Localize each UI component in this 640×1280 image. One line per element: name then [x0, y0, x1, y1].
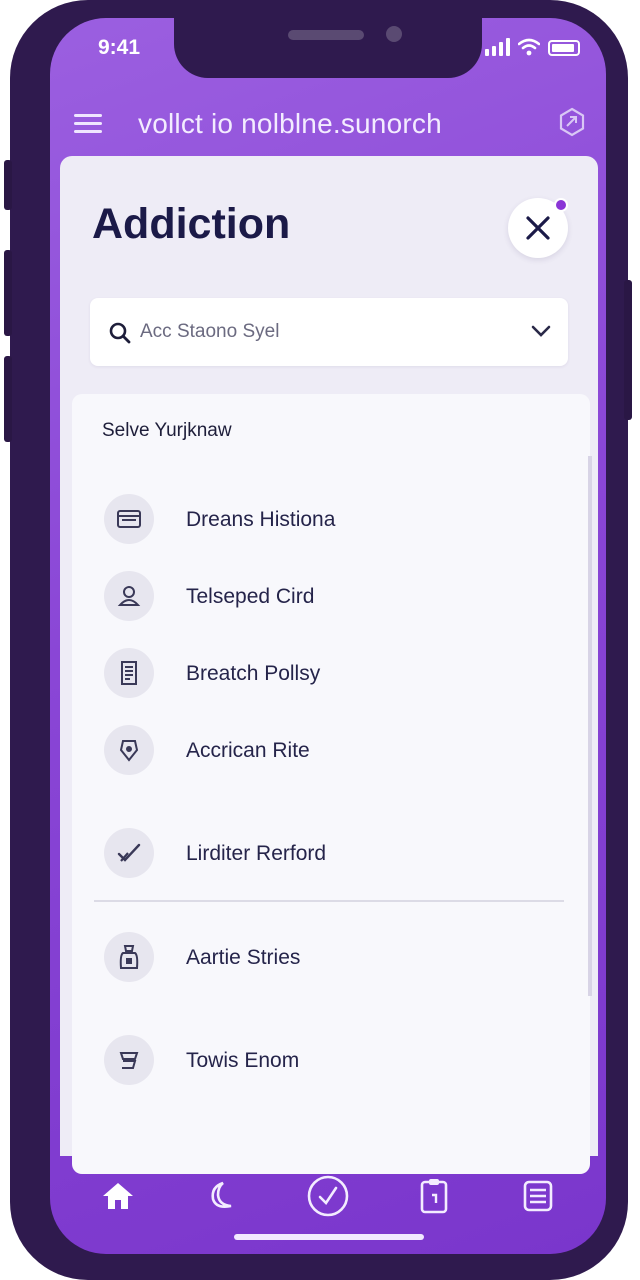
badge-icon — [104, 725, 154, 775]
home-icon[interactable] — [92, 1170, 144, 1222]
screen: 9:41 vollct io nolblne.sunorch Addiction… — [50, 18, 606, 1254]
check-icon — [104, 828, 154, 878]
list-item-label: Aartie Stries — [186, 946, 301, 969]
notification-dot — [554, 198, 568, 212]
dialog-sheet: Addiction Acc Staono Syel Selve Yurjknaw — [60, 156, 598, 1174]
status-time: 9:41 — [98, 36, 141, 59]
list-item-label: Breatch Pollsy — [186, 662, 321, 685]
clipboard-icon[interactable] — [408, 1170, 460, 1222]
list-item[interactable]: Lirditer Rerford — [102, 828, 562, 880]
app-title: vollct io nolblne.sunorch — [138, 108, 442, 139]
moon-icon[interactable] — [194, 1170, 246, 1222]
phone-frame: 9:41 vollct io nolblne.sunorch Addiction… — [4, 0, 632, 1280]
battery-icon — [548, 40, 580, 56]
note-icon — [104, 1035, 154, 1085]
list-item-label: Dreans Histiona — [186, 508, 336, 531]
list-item[interactable]: Dreans Histiona — [102, 494, 562, 546]
list-item[interactable]: Aartie Stries — [102, 932, 562, 984]
list-icon[interactable] — [512, 1170, 564, 1222]
list-divider — [94, 900, 564, 902]
list-item[interactable]: Towis Enom — [102, 1035, 562, 1087]
top-app-bar: vollct io nolblne.sunorch — [50, 100, 606, 156]
power-button — [624, 280, 632, 420]
search-icon — [109, 322, 131, 344]
home-indicator[interactable] — [234, 1234, 424, 1240]
list-item[interactable]: Accrican Rite — [102, 725, 562, 777]
scrollbar[interactable] — [588, 456, 592, 996]
user-icon — [104, 571, 154, 621]
document-icon — [104, 648, 154, 698]
notch — [174, 18, 482, 78]
chevron-down-icon[interactable] — [530, 323, 552, 339]
status-icons — [485, 38, 580, 56]
list-item[interactable]: Telseped Cird — [102, 571, 562, 623]
page-title: Addiction — [92, 200, 291, 248]
mute-switch — [4, 160, 12, 210]
list-item-label: Lirditer Rerford — [186, 842, 327, 865]
options-card: Selve Yurjknaw Dreans Histiona Telseped … — [72, 394, 590, 1174]
menu-icon[interactable] — [74, 114, 102, 134]
speaker — [288, 30, 364, 40]
list-title: Selve Yurjknaw — [102, 420, 232, 441]
list-item[interactable]: Breatch Pollsy — [102, 648, 562, 700]
list-item-label: Accrican Rite — [186, 739, 310, 762]
signal-icon — [485, 38, 510, 56]
list-item-label: Telseped Cird — [186, 585, 315, 608]
search-input[interactable]: Acc Staono Syel — [140, 321, 279, 343]
search-select[interactable]: Acc Staono Syel — [90, 298, 568, 366]
tray-icon — [104, 494, 154, 544]
volume-up-button — [4, 250, 12, 336]
check-circle-icon[interactable] — [302, 1170, 354, 1222]
list-item-label: Towis Enom — [186, 1049, 300, 1072]
hexagon-settings-icon[interactable] — [556, 106, 588, 138]
bag-icon — [104, 932, 154, 982]
close-icon — [526, 216, 550, 240]
volume-down-button — [4, 356, 12, 442]
camera — [386, 26, 402, 42]
wifi-icon — [518, 38, 540, 56]
